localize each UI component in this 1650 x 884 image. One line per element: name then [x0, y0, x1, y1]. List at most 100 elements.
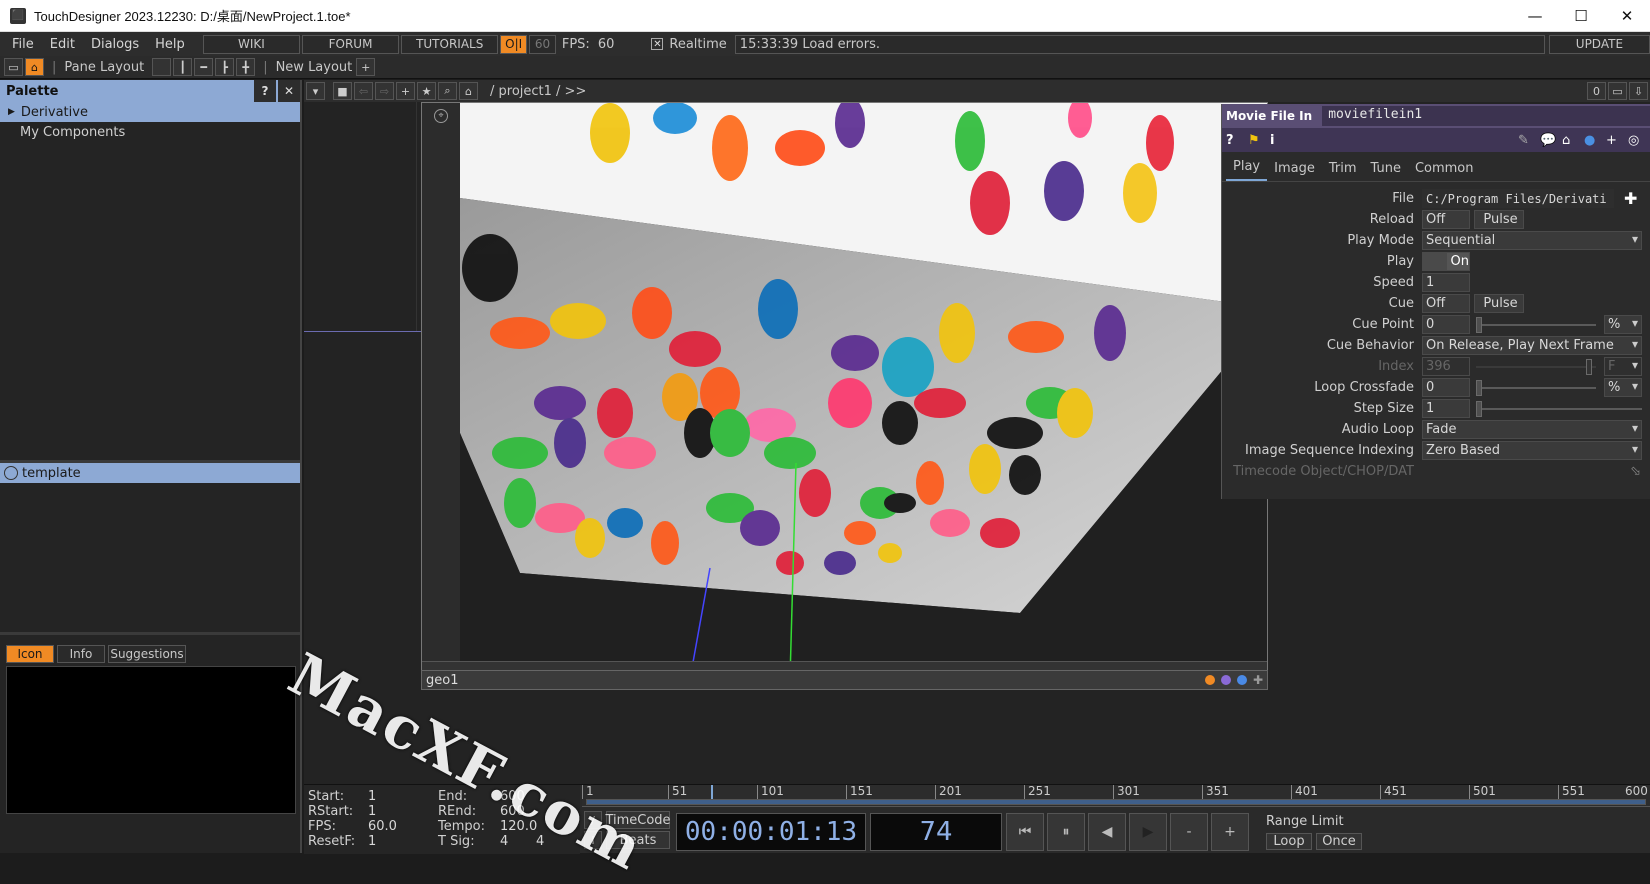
- palette-item-my-components[interactable]: My Components: [0, 122, 300, 142]
- back-arrow-icon[interactable]: ⇦: [354, 82, 373, 100]
- add-layout-button[interactable]: +: [356, 58, 376, 76]
- play-mode-menu[interactable]: Sequential: [1422, 231, 1642, 250]
- comment-icon[interactable]: 💬: [1540, 133, 1562, 148]
- loop-crossfade-unit-menu[interactable]: %: [1604, 378, 1642, 397]
- browse-plus-icon[interactable]: ✚: [1624, 189, 1637, 208]
- flag-orange-icon[interactable]: [1204, 675, 1215, 685]
- geo1-viewer[interactable]: ⌖: [421, 102, 1268, 678]
- cue-point-field[interactable]: 0: [1422, 315, 1470, 334]
- forward-arrow-icon[interactable]: ⇨: [375, 82, 394, 100]
- tab-image[interactable]: Image: [1267, 161, 1322, 181]
- drop-target-icon[interactable]: ⬂: [1630, 464, 1641, 479]
- menu-help[interactable]: Help: [147, 37, 193, 52]
- play-forward-icon[interactable]: ▶: [1129, 813, 1167, 851]
- search-icon[interactable]: ⌕: [438, 82, 457, 100]
- playhead[interactable]: [711, 785, 713, 799]
- speed-field[interactable]: 1: [1422, 273, 1470, 292]
- tab-play[interactable]: Play: [1226, 159, 1268, 181]
- cue-behavior-menu[interactable]: On Release, Play Next Frame: [1422, 336, 1642, 355]
- timecode-display[interactable]: 00:00:01:13: [676, 813, 866, 851]
- pause-icon[interactable]: ⏸: [1047, 813, 1085, 851]
- audio-loop-menu[interactable]: Fade: [1422, 420, 1642, 439]
- rewind-to-start-icon[interactable]: ⏮: [1006, 813, 1044, 851]
- fps-value[interactable]: 60.0: [368, 819, 397, 834]
- layout-single-icon[interactable]: [152, 58, 172, 76]
- realtime-checkbox[interactable]: ✕: [651, 38, 664, 50]
- tag-icon[interactable]: ⌂: [1562, 133, 1584, 148]
- maximize-pane-icon[interactable]: ▭: [1608, 82, 1627, 100]
- cue-pulse-button[interactable]: Pulse: [1474, 294, 1524, 313]
- layout-four-pane-icon[interactable]: ╋: [236, 58, 256, 76]
- frame-display[interactable]: 74: [870, 813, 1002, 851]
- geo1-node-label[interactable]: geo1 ✚: [421, 670, 1268, 690]
- help-icon[interactable]: ?: [1226, 133, 1248, 148]
- network-path[interactable]: / project1 / >>: [490, 84, 586, 99]
- range-loop-button[interactable]: Loop: [1266, 833, 1312, 850]
- op-name-field[interactable]: moviefilein1: [1322, 106, 1650, 126]
- menu-dialogs[interactable]: Dialogs: [83, 37, 147, 52]
- python-icon[interactable]: ●: [1584, 133, 1606, 148]
- play-toggle[interactable]: On: [1422, 252, 1470, 271]
- palette-close-button[interactable]: ✕: [278, 80, 300, 102]
- tab-common[interactable]: Common: [1408, 161, 1481, 181]
- tutorials-button[interactable]: TUTORIALS: [401, 34, 499, 54]
- stop-icon[interactable]: ■: [333, 82, 352, 100]
- palette-help-button[interactable]: ?: [254, 80, 276, 102]
- wiki-button[interactable]: WIKI: [202, 34, 300, 54]
- flag-blue-icon[interactable]: [1236, 675, 1247, 685]
- viewer-toggle-icon[interactable]: ✚: [1253, 673, 1263, 687]
- palette-item-template[interactable]: template: [0, 463, 300, 483]
- step-minus-button[interactable]: -: [1170, 813, 1208, 851]
- rstart-value[interactable]: 1: [368, 804, 376, 819]
- cue-point-unit-menu[interactable]: %: [1604, 315, 1642, 334]
- oi-toggle[interactable]: O|I: [500, 34, 528, 54]
- close-window-button[interactable]: ✕: [1604, 0, 1650, 32]
- file-path-field[interactable]: C:/Program Files/Derivati: [1422, 189, 1614, 208]
- edit-pencil-icon[interactable]: ✎: [1518, 133, 1540, 148]
- start-value[interactable]: 1: [368, 789, 376, 804]
- info-icon[interactable]: i: [1270, 133, 1292, 148]
- reload-pulse-button[interactable]: Pulse: [1474, 210, 1524, 229]
- tab-tune[interactable]: Tune: [1364, 161, 1408, 181]
- minimize-button[interactable]: —: [1512, 0, 1558, 32]
- add-node-icon[interactable]: +: [396, 82, 415, 100]
- bookmark-star-icon[interactable]: ★: [417, 82, 436, 100]
- tab-icon[interactable]: Icon: [6, 645, 54, 663]
- resetf-value[interactable]: 1: [368, 834, 376, 849]
- tsig-numerator[interactable]: 4: [500, 834, 508, 849]
- timeline-ruler[interactable]: 1 51 101 151 201 251 301 351 401 451 501…: [582, 785, 1650, 807]
- target-icon[interactable]: ◎: [1628, 133, 1646, 148]
- pane-menu-icon[interactable]: ⇩: [1629, 82, 1648, 100]
- cue-toggle[interactable]: Off: [1422, 294, 1470, 313]
- menu-file[interactable]: File: [4, 37, 42, 52]
- range-once-button[interactable]: Once: [1316, 833, 1362, 850]
- tab-trim[interactable]: Trim: [1322, 161, 1364, 181]
- panel-icon[interactable]: ▭: [4, 58, 23, 76]
- loop-crossfade-field[interactable]: 0: [1422, 378, 1470, 397]
- python-help-icon[interactable]: ⚑: [1248, 133, 1270, 148]
- forum-button[interactable]: FORUM: [301, 34, 400, 54]
- viewer-lock-icon[interactable]: ⌖: [434, 109, 448, 123]
- update-button[interactable]: UPDATE: [1548, 34, 1650, 54]
- loop-crossfade-slider[interactable]: [1476, 379, 1596, 396]
- tab-info[interactable]: Info: [57, 645, 105, 663]
- add-custom-param-icon[interactable]: +: [1606, 133, 1628, 148]
- step-size-slider[interactable]: [1476, 400, 1642, 417]
- reload-toggle[interactable]: Off: [1422, 210, 1470, 229]
- layout-three-pane-icon[interactable]: ┣: [215, 58, 235, 76]
- image-seq-indexing-menu[interactable]: Zero Based: [1422, 441, 1642, 460]
- network-menu-icon[interactable]: ▾: [306, 82, 325, 100]
- home-network-icon[interactable]: ⌂: [25, 58, 44, 76]
- menu-edit[interactable]: Edit: [42, 37, 83, 52]
- flag-purple-icon[interactable]: [1220, 675, 1231, 685]
- cue-point-slider[interactable]: [1476, 316, 1596, 333]
- palette-item-derivative[interactable]: ▶ Derivative: [0, 102, 300, 122]
- layout-split-horizontal-icon[interactable]: ━: [194, 58, 214, 76]
- step-back-icon[interactable]: ◀: [1088, 813, 1126, 851]
- tab-suggestions[interactable]: Suggestions: [108, 645, 186, 663]
- step-size-field[interactable]: 1: [1422, 399, 1470, 418]
- layout-split-vertical-icon[interactable]: ┃: [173, 58, 193, 76]
- lock-icon[interactable]: ⌂: [459, 82, 478, 100]
- range-bar[interactable]: [586, 799, 1646, 805]
- step-plus-button[interactable]: +: [1211, 813, 1249, 851]
